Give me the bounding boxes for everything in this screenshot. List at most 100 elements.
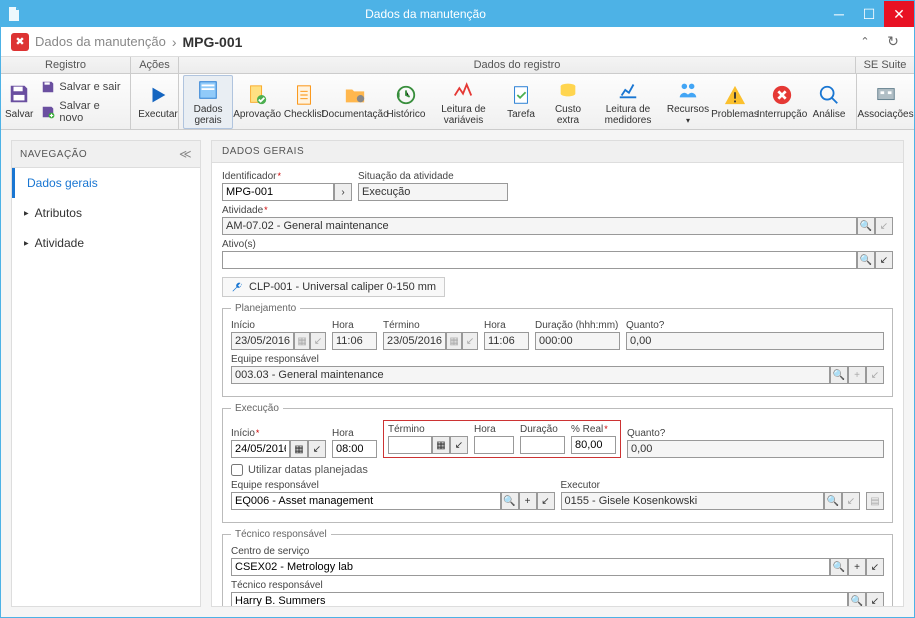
historico-button[interactable]: Histórico (383, 81, 429, 122)
dados-gerais-button[interactable]: Dados gerais (183, 75, 233, 129)
aprovacao-button[interactable]: Aprovação (234, 81, 280, 122)
plan-equipe-add-button[interactable]: + (848, 366, 866, 384)
usar-planejadas-checkbox[interactable] (231, 464, 243, 476)
identificador-input[interactable] (226, 186, 330, 198)
ribbon-group-header: Registro Ações Dados do registro SE Suit… (1, 57, 914, 74)
analise-button[interactable]: Análise (806, 81, 852, 122)
executor-label: Executor (561, 480, 885, 491)
centro-add-button[interactable]: + (848, 558, 866, 576)
atividade-clear-button[interactable]: ↙ (875, 217, 893, 235)
exec-hora2-input[interactable] (478, 439, 510, 451)
sidebar-title: NAVEGAÇÃO (20, 149, 87, 160)
executor-search-button[interactable]: 🔍 (824, 492, 842, 510)
breadcrumb-id: MPG-001 (182, 34, 242, 50)
save-new-icon (41, 105, 55, 119)
plan-inicio-cal-icon[interactable]: ▦ (294, 332, 310, 350)
sidebar: NAVEGAÇÃO ≪ Dados gerais ▶Atributos ▶Ati… (11, 140, 201, 607)
plan-hora1-value: 11:06 (336, 335, 363, 347)
plan-hora1-label: Hora (332, 320, 377, 331)
exec-hora1-input[interactable] (336, 443, 373, 455)
exec-inicio-clear-icon[interactable]: ↙ (308, 440, 326, 458)
save-exit-icon (41, 80, 55, 94)
exec-termino-clear-icon[interactable]: ↙ (450, 436, 468, 454)
centro-input[interactable] (235, 561, 826, 573)
refresh-button[interactable]: ↻ (882, 31, 904, 53)
execucao-legend: Execução (231, 403, 283, 414)
window-title: Dados da manutenção (27, 7, 824, 21)
leitura-variaveis-button[interactable]: Leitura de variáveis (430, 76, 497, 128)
executar-button[interactable]: Executar (135, 81, 181, 122)
centro-expand-button[interactable]: ↙ (866, 558, 884, 576)
collapse-sidebar-icon[interactable]: ≪ (179, 147, 192, 161)
checklist-button[interactable]: Checklist (281, 81, 327, 122)
exec-termino-input[interactable] (392, 439, 428, 451)
ativo-chip[interactable]: CLP-001 - Universal caliper 0-150 mm (222, 277, 445, 297)
ativos-expand-button[interactable]: ↙ (875, 251, 893, 269)
exec-equipe-add-button[interactable]: + (519, 492, 537, 510)
section-title: DADOS GERAIS (212, 141, 903, 163)
sidebar-item-dados-gerais[interactable]: Dados gerais (12, 168, 200, 198)
plan-equipe-search-button[interactable]: 🔍 (830, 366, 848, 384)
situacao-value: Execução (362, 186, 410, 198)
chart-icon (616, 78, 640, 102)
exec-inicio-input[interactable] (235, 443, 286, 455)
exec-termino-cal-icon[interactable]: ▦ (432, 436, 450, 454)
exec-equipe-input[interactable] (235, 495, 497, 507)
sidebar-item-atividade[interactable]: ▶Atividade (12, 228, 200, 258)
executor-clear-button[interactable]: ↙ (842, 492, 860, 510)
exec-quanto-label: Quanto? (627, 428, 884, 439)
salvar-novo-button[interactable]: Salvar e novo (37, 98, 126, 126)
interrupcao-button[interactable]: Interrupção (759, 81, 805, 122)
problemas-button[interactable]: Problemas (712, 81, 758, 122)
exec-inicio-cal-icon[interactable]: ▦ (290, 440, 308, 458)
collapse-up-button[interactable]: ⌃ (854, 31, 876, 53)
exec-termino-label: Término (388, 424, 468, 435)
chevron-right-icon: › (172, 34, 177, 50)
ribbon-group-acoes: Ações (131, 57, 179, 73)
plan-termino-clear-icon[interactable]: ↙ (462, 332, 478, 350)
planejamento-fieldset: Planejamento Início 23/05/2016▦↙ Hora 11… (222, 303, 893, 397)
associacoes-button[interactable]: Associações (861, 81, 910, 122)
link-icon (874, 83, 898, 107)
tecnico-expand-button[interactable]: ↙ (866, 592, 884, 607)
ativos-search-button[interactable]: 🔍 (857, 251, 875, 269)
breadcrumb-app: Dados da manutenção (35, 34, 166, 49)
plan-termino-cal-icon[interactable]: ▦ (446, 332, 462, 350)
leitura-medidores-button[interactable]: Leitura de medidores (592, 76, 664, 128)
exec-equipe-search-button[interactable]: 🔍 (501, 492, 519, 510)
plan-hora2-label: Hora (484, 320, 529, 331)
exec-equipe-expand-button[interactable]: ↙ (537, 492, 555, 510)
custo-extra-button[interactable]: Custo extra (545, 76, 591, 128)
close-button[interactable]: ✕ (884, 1, 914, 27)
tecnico-search-button[interactable]: 🔍 (848, 592, 866, 607)
plan-equipe-expand-button[interactable]: ↙ (866, 366, 884, 384)
exec-pct-input[interactable] (575, 439, 612, 451)
ativos-input[interactable] (226, 254, 853, 266)
atividade-value: AM-07.02 - General maintenance (226, 220, 389, 232)
usar-planejadas-label: Utilizar datas planejadas (248, 464, 368, 476)
plan-hora2-value: 11:06 (488, 335, 515, 347)
titlebar: Dados da manutenção ─ ☐ ✕ (1, 1, 914, 27)
tarefa-button[interactable]: Tarefa (498, 81, 544, 122)
exec-quanto-value: 0,00 (631, 443, 652, 455)
atividade-search-button[interactable]: 🔍 (857, 217, 875, 235)
sidebar-item-atributos[interactable]: ▶Atributos (12, 198, 200, 228)
ribbon-group-registro: Registro (1, 57, 131, 73)
centro-search-button[interactable]: 🔍 (830, 558, 848, 576)
recursos-button[interactable]: Recursos▾ (665, 76, 711, 128)
documentacao-button[interactable]: Documentação (328, 81, 382, 122)
identificador-goto-button[interactable]: › (334, 183, 352, 201)
task-icon (509, 83, 533, 107)
plan-inicio-clear-icon[interactable]: ↙ (310, 332, 326, 350)
folder-icon (343, 83, 367, 107)
centro-label: Centro de serviço (231, 546, 884, 557)
window: Dados da manutenção ─ ☐ ✕ ✖ Dados da man… (0, 0, 915, 618)
exec-hora1-label: Hora (332, 428, 377, 439)
maximize-button[interactable]: ☐ (854, 1, 884, 27)
minimize-button[interactable]: ─ (824, 1, 854, 27)
salvar-sair-button[interactable]: Salvar e sair (37, 78, 126, 96)
tecnico-input[interactable] (235, 595, 844, 607)
exec-duracao-input[interactable] (524, 439, 561, 451)
executor-extra-button[interactable]: ▤ (866, 492, 884, 510)
save-icon (8, 83, 30, 108)
